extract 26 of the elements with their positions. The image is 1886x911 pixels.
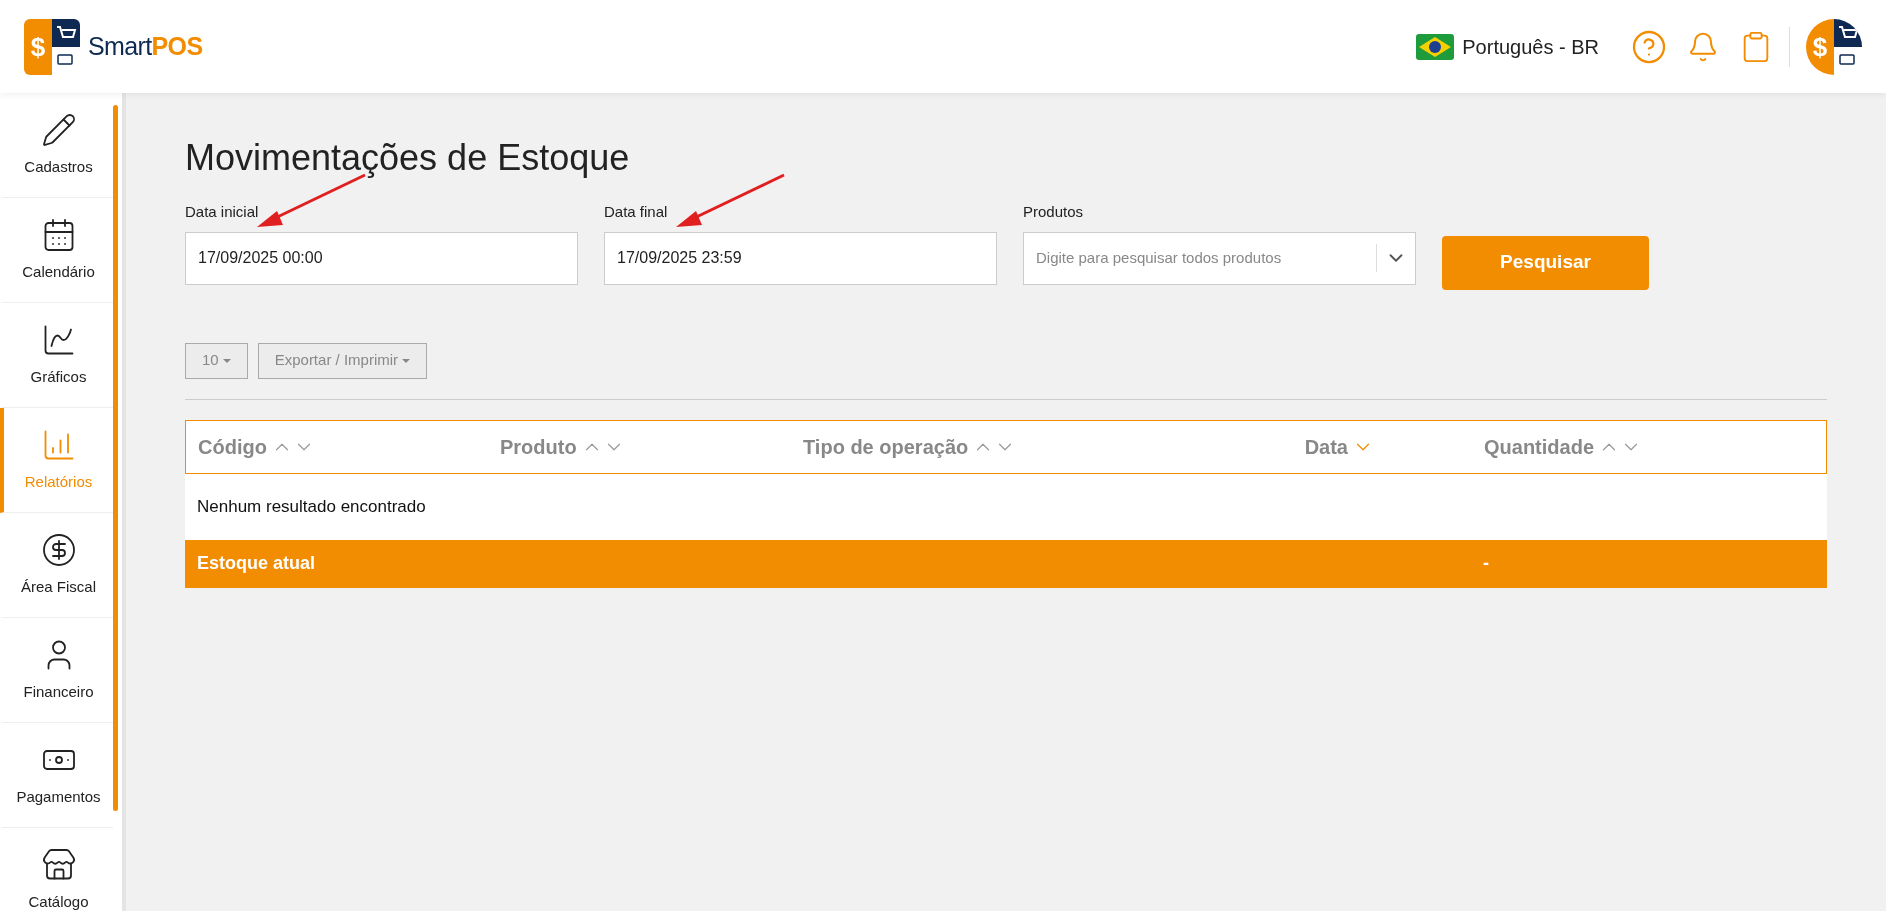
field-label: Data inicial — [185, 202, 260, 222]
notification-icon[interactable] — [1687, 30, 1719, 63]
caret-icon — [222, 358, 231, 363]
empty-message: Nenhum resultado encontrado — [197, 495, 426, 518]
search-input[interactable]: Digite para pesquisar todos produtos — [1036, 246, 1368, 270]
column-header[interactable]: Quantidade — [1484, 431, 1594, 462]
brand-name: SmartPOS — [88, 30, 203, 62]
page-title: Movimentações de Estoque — [185, 136, 631, 180]
flag-icon — [1416, 33, 1455, 60]
pencil-icon — [40, 111, 77, 148]
product-select[interactable]: Digite para pesquisar todos produtos — [1023, 231, 1416, 285]
language-selector[interactable]: Português - BR — [1462, 31, 1599, 62]
column-header[interactable]: Produto — [500, 431, 577, 462]
caret-icon — [402, 358, 411, 363]
help-icon[interactable] — [1631, 28, 1667, 65]
field-label: Produtos — [1023, 202, 1085, 222]
sidebar-item[interactable]: Catálogo — [0, 828, 113, 911]
column-header[interactable]: Código — [198, 431, 267, 462]
column-header[interactable]: Data — [1304, 431, 1348, 462]
footer-label: Estoque atual — [197, 552, 317, 575]
footer-quantity: - — [1483, 552, 1489, 575]
column-header[interactable]: Tipo de operação — [803, 431, 969, 462]
dollar-coin-icon — [40, 531, 77, 568]
date-field[interactable]: 17/09/2025 23:59 — [604, 231, 997, 285]
field-label: Data final — [604, 202, 669, 222]
date-field[interactable]: 17/09/2025 00:00 — [185, 231, 578, 285]
